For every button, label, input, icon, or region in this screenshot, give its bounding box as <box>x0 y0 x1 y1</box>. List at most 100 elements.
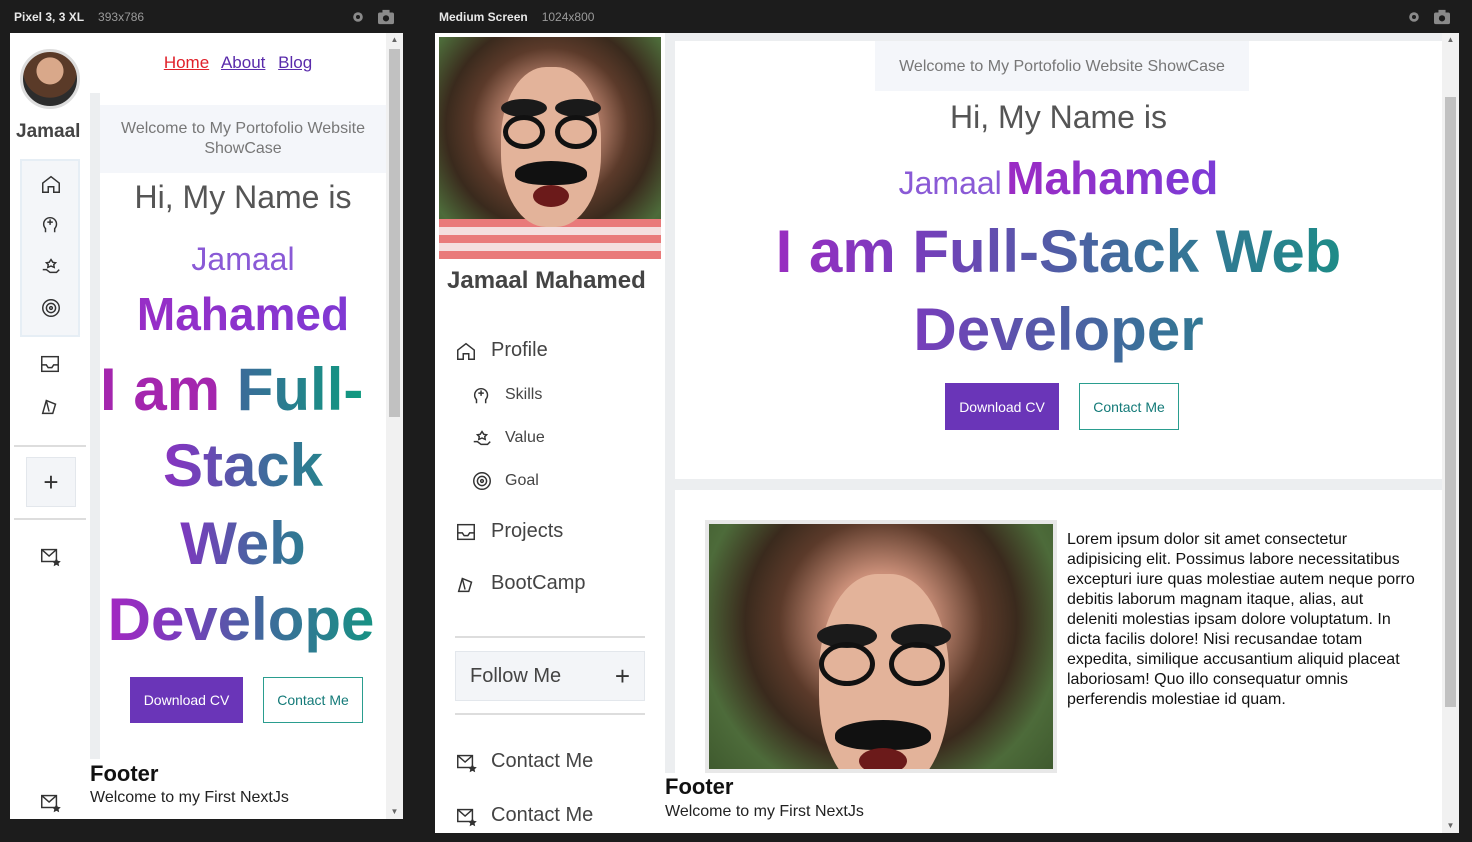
bootcamp-icon[interactable] <box>39 395 61 417</box>
goal-target-icon[interactable] <box>40 297 62 319</box>
contact-mail-icon <box>455 805 477 827</box>
sidebar: Jamaal + <box>10 33 90 819</box>
mobile-viewport: Jamaal + Home About Blog Welcome to My P… <box>10 33 403 819</box>
menu-label: BootCamp <box>491 572 586 594</box>
device-toolbar-left: Pixel 3, 3 XL 393x786 <box>14 0 144 33</box>
add-button[interactable]: + <box>26 457 76 507</box>
photo-mustache <box>515 161 587 185</box>
follow-me-toggle[interactable]: Follow Me + <box>455 651 645 701</box>
scroll-thumb[interactable] <box>389 49 400 417</box>
projects-inbox-icon <box>455 521 477 543</box>
photo-mouth <box>859 748 907 769</box>
nav-about-link[interactable]: About <box>221 53 265 72</box>
hero-card: Welcome to My Portofolio Website ShowCas… <box>100 93 386 759</box>
avatar <box>20 49 80 109</box>
menu-item-skills[interactable]: Skills <box>471 384 542 406</box>
follow-me-label: Follow Me <box>470 664 562 687</box>
goal-target-icon <box>471 470 493 492</box>
footer-title: Footer <box>90 761 159 786</box>
value-hand-icon[interactable] <box>40 255 62 277</box>
menu-item-value[interactable]: Value <box>471 427 545 449</box>
welcome-banner: Welcome to My Portofolio Website ShowCas… <box>100 105 386 173</box>
bootcamp-icon <box>455 573 477 595</box>
device-dimensions: 393x786 <box>98 9 145 24</box>
projects-inbox-icon[interactable] <box>39 353 61 375</box>
sidebar-name: Jamaal Mahamed <box>447 267 646 294</box>
hi-text: Hi, My Name is <box>134 179 352 215</box>
photo-mustache <box>835 720 931 750</box>
camera-icon[interactable] <box>377 9 395 30</box>
download-cv-button[interactable]: Download CV <box>130 677 243 723</box>
menu-label: Projects <box>491 520 564 542</box>
menu-item-profile[interactable]: Profile <box>455 339 548 362</box>
scroll-thumb[interactable] <box>1445 97 1456 707</box>
menu-label: Profile <box>491 339 548 361</box>
home-icon[interactable] <box>40 173 62 195</box>
nav-home-link[interactable]: Home <box>164 53 209 72</box>
scroll-up-arrow[interactable]: ▲ <box>386 33 403 47</box>
download-cv-button[interactable]: Download CV <box>945 383 1059 430</box>
sidebar: Jamaal Mahamed Profile Skills Value Goal… <box>435 33 665 833</box>
device-name[interactable]: Medium Screen <box>439 10 528 24</box>
contact-mail-icon[interactable] <box>39 791 61 813</box>
contact-mail-icon[interactable] <box>39 545 61 567</box>
last-name: Mahamed <box>1006 152 1219 204</box>
gear-icon[interactable] <box>349 9 367 30</box>
photo-glasses <box>555 115 597 149</box>
hero-card: Welcome to My Portofolio Website ShowCas… <box>675 41 1442 479</box>
menu-item-contact[interactable]: Contact Me <box>455 750 593 773</box>
menu-item-projects[interactable]: Projects <box>455 520 563 543</box>
menu-item-goal[interactable]: Goal <box>471 470 539 492</box>
main-panel: Welcome to My Portofolio Website ShowCas… <box>665 33 1442 833</box>
photo-glasses <box>819 642 875 686</box>
footer: Footer Welcome to my First NextJs <box>665 773 1442 833</box>
camera-icon[interactable] <box>1433 9 1451 30</box>
nav-blog-link[interactable]: Blog <box>278 53 312 72</box>
headline-line-2: Stack <box>100 431 386 500</box>
footer-text: Welcome to my First NextJs <box>90 789 289 806</box>
value-hand-icon <box>471 427 493 449</box>
gear-icon[interactable] <box>1405 9 1423 30</box>
menu-label: Contact Me <box>491 750 594 772</box>
menu-item-bootcamp[interactable]: BootCamp <box>455 572 586 595</box>
skills-head-icon[interactable] <box>40 213 62 235</box>
menu-label: Goal <box>505 472 539 489</box>
scroll-down-arrow[interactable]: ▼ <box>1442 819 1459 833</box>
about-paragraph: Lorem ipsum dolor sit amet consectetur a… <box>1067 531 1415 708</box>
footer-text: Welcome to my First NextJs <box>665 803 864 820</box>
contact-me-button[interactable]: Contact Me <box>1079 383 1179 430</box>
scrollbar[interactable]: ▲ ▼ <box>386 33 403 819</box>
scrollbar[interactable]: ▲ ▼ <box>1442 33 1459 833</box>
headline-line-4: Develope <box>86 585 396 654</box>
menu-label: Value <box>505 429 545 446</box>
plus-icon: + <box>614 660 630 691</box>
top-nav: Home About Blog <box>90 53 386 73</box>
main-panel: Welcome to My Portofolio Website ShowCas… <box>90 93 386 819</box>
device-name[interactable]: Pixel 3, 3 XL <box>14 10 84 24</box>
about-card: Lorem ipsum dolor sit amet consectetur a… <box>675 490 1442 773</box>
contact-mail-icon <box>455 751 477 773</box>
menu-item-contact[interactable]: Contact Me <box>455 804 593 827</box>
headline-part: I am <box>100 356 237 423</box>
device-dimensions: 1024x800 <box>541 9 595 24</box>
photo-glasses <box>503 115 545 149</box>
headline-line-1: I am Full- <box>100 355 400 424</box>
scroll-down-arrow[interactable]: ▼ <box>386 805 403 819</box>
photo-mouth <box>533 185 569 207</box>
contact-me-button[interactable]: Contact Me <box>263 677 363 723</box>
divider <box>455 636 645 638</box>
device-toolbar-right: Medium Screen 1024x800 <box>439 0 594 33</box>
headline-line-3: Web <box>100 509 386 578</box>
toolbar-icons-right <box>1405 9 1451 30</box>
divider <box>14 445 86 447</box>
sidebar-menu-group <box>20 159 80 337</box>
footer-title: Footer <box>665 774 734 799</box>
profile-photo <box>439 37 661 259</box>
divider <box>455 713 645 715</box>
scroll-up-arrow[interactable]: ▲ <box>1442 33 1459 47</box>
toolbar-icons-left <box>349 9 395 30</box>
footer: Footer Welcome to my First NextJs <box>90 759 386 819</box>
headline-part: Full- <box>236 356 364 423</box>
sidebar-name: Jamaal <box>16 121 81 142</box>
menu-label: Skills <box>505 386 543 403</box>
